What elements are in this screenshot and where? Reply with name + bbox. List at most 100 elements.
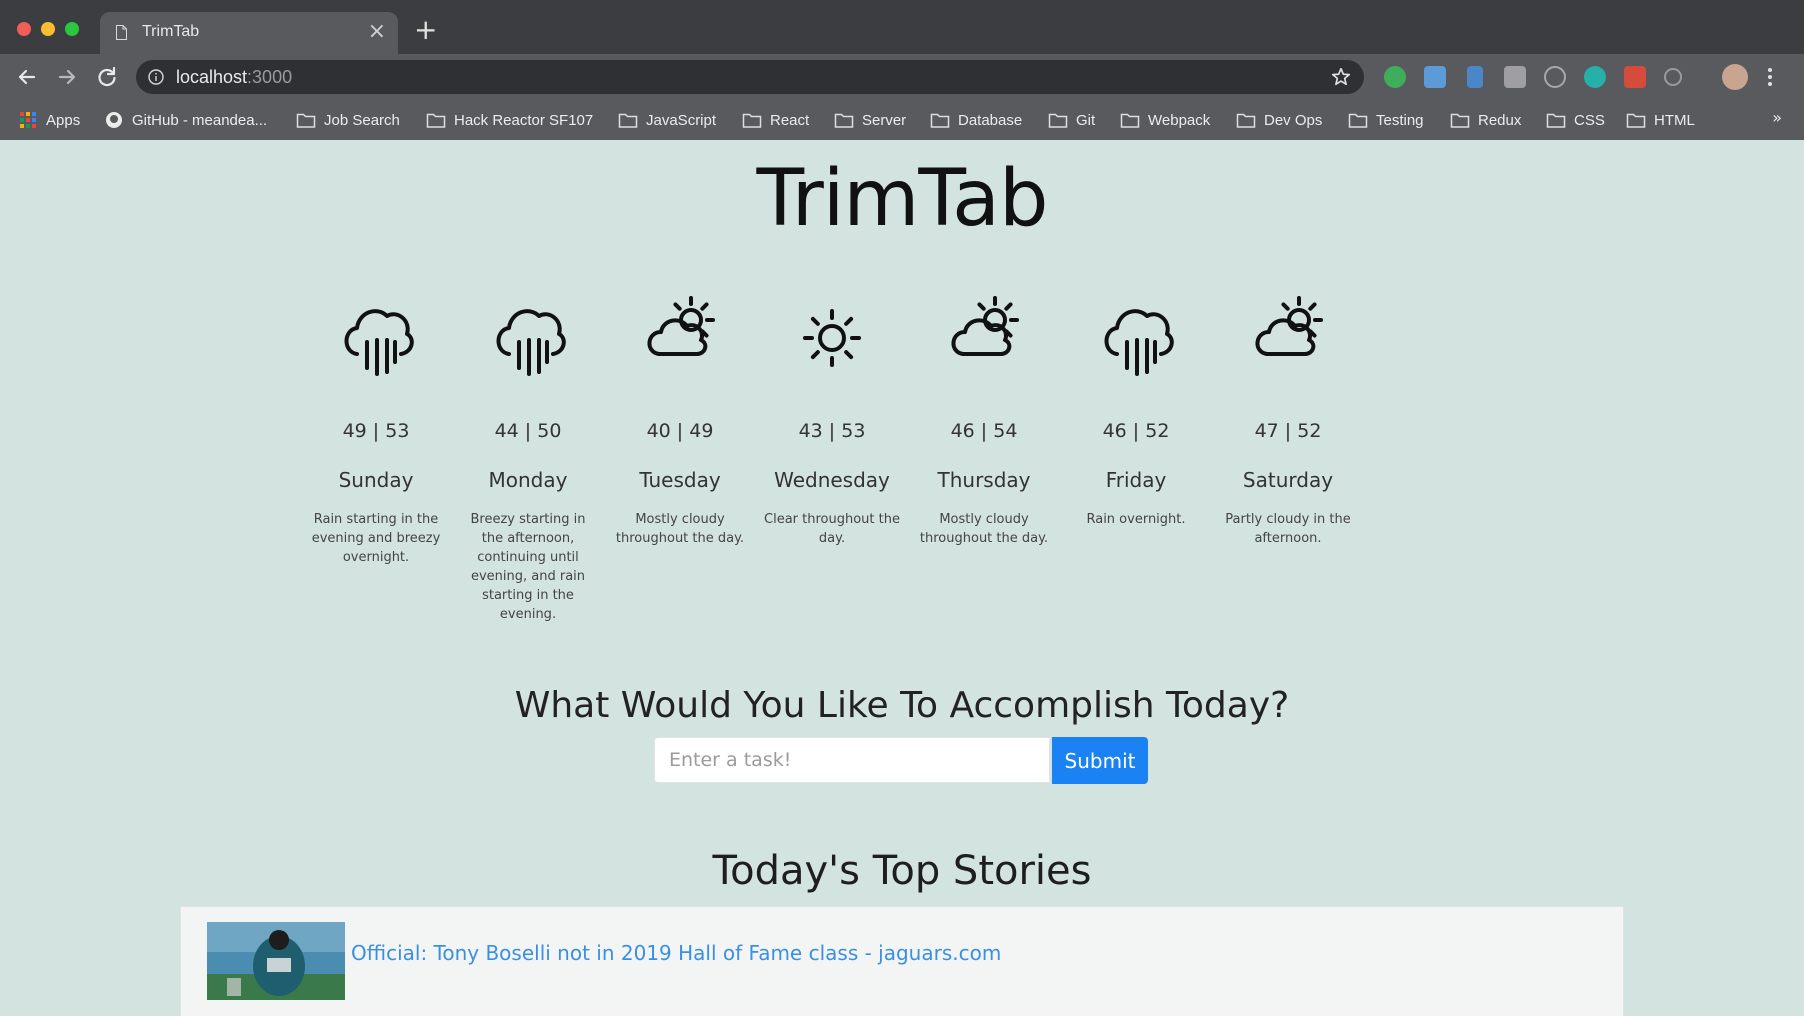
- forecast-temps: 44 | 50: [494, 420, 562, 442]
- forecast-summary: Breezy starting in the afternoon, contin…: [470, 512, 586, 622]
- task-input[interactable]: [654, 737, 1050, 783]
- bookmark-label: Redux: [1478, 111, 1522, 129]
- forecast-temps: 46 | 52: [1102, 420, 1170, 442]
- bookmark-item[interactable]: JavaScript: [618, 108, 716, 132]
- bookmark-label: Job Search: [324, 111, 400, 129]
- tab-strip: TrimTab × +: [0, 0, 1804, 54]
- bookmark-item[interactable]: Job Search: [296, 108, 400, 132]
- submit-button[interactable]: Submit: [1052, 737, 1148, 784]
- extension-icon[interactable]: [1544, 66, 1566, 88]
- apps-grid-icon: [20, 112, 36, 128]
- tab-close-button[interactable]: ×: [368, 19, 386, 45]
- bookmark-item[interactable]: Webpack: [1120, 108, 1210, 132]
- trimtab-page: TrimTab 49 | 53 Sunday Rain starting in th…: [0, 140, 1804, 1016]
- folder-icon: [618, 113, 638, 128]
- grammarly-extension-icon[interactable]: [1384, 66, 1406, 88]
- forecast-summary: Partly cloudy in the afternoon.: [1225, 512, 1351, 546]
- bookmark-item[interactable]: HTML: [1626, 108, 1695, 132]
- reload-icon[interactable]: [94, 64, 120, 90]
- forecast-day-name: Wednesday: [774, 468, 890, 492]
- bookmark-item[interactable]: Redux: [1450, 108, 1521, 132]
- extension-icon[interactable]: [1664, 68, 1682, 86]
- forecast-day-name: Tuesday: [639, 468, 721, 492]
- document-icon: [116, 25, 127, 40]
- forecast-summary: Mostly cloudy throughout the day.: [919, 512, 1049, 546]
- bookmark-label: Git: [1076, 111, 1096, 129]
- minimize-window-button[interactable]: [41, 22, 55, 36]
- new-tab-button[interactable]: +: [414, 16, 437, 44]
- github-icon: [106, 112, 122, 128]
- bookmark-item[interactable]: React: [742, 108, 809, 132]
- bookmark-label: Testing: [1376, 111, 1424, 129]
- folder-icon: [1236, 113, 1256, 128]
- forecast-day-friday: 46 | 52 Friday Rain overnight.: [1066, 290, 1206, 529]
- forecast-day-tuesday: 40 | 49 Tuesday Mostly cloudy throughout t…: [610, 290, 750, 548]
- calendar-extension-icon[interactable]: [1424, 66, 1446, 88]
- forecast-day-wednesday: 43 | 53 Wednesday Clear throughout the day…: [762, 290, 902, 548]
- bookmark-item[interactable]: Dev Ops: [1236, 108, 1322, 132]
- browser-menu-icon[interactable]: [1766, 66, 1774, 88]
- forecast-day-thursday: 46 | 54 Thursday Mostly cloudy throughout …: [914, 290, 1054, 548]
- folder-icon: [1048, 113, 1068, 128]
- tab-title: TrimTab: [142, 23, 200, 40]
- app-title: TrimTab: [756, 154, 1049, 244]
- info-icon[interactable]: [148, 69, 164, 85]
- forecast-day-sunday: 49 | 53 Sunday Rain starting in the evenin…: [306, 290, 446, 567]
- forward-arrow-icon[interactable]: [54, 64, 80, 90]
- address-bar[interactable]: localhost:3000: [136, 60, 1364, 94]
- bookmark-label: Database: [958, 111, 1023, 129]
- bookmark-label: CSS: [1574, 111, 1605, 129]
- url-text[interactable]: localhost:3000: [176, 67, 292, 88]
- extension-icon[interactable]: [1467, 66, 1483, 88]
- browser-tab[interactable]: TrimTab ×: [100, 12, 398, 54]
- forecast-day-name: Thursday: [937, 468, 1031, 492]
- back-arrow-icon[interactable]: [14, 64, 40, 90]
- bookmark-label: GitHub - meandea...: [132, 111, 268, 129]
- bookmark-item[interactable]: GitHub - meandea...: [104, 108, 267, 132]
- extension-icon[interactable]: [1624, 66, 1646, 88]
- forecast-summary: Clear throughout the day.: [764, 512, 900, 546]
- weekly-forecast: 49 | 53 Sunday Rain starting in the evenin…: [300, 290, 1504, 622]
- url-host: localhost: [176, 67, 248, 87]
- bookmarks-bar: HTML CSS Redux Testing Dev Ops Webpack Git Data…: [0, 100, 1804, 140]
- rain-icon: [496, 309, 566, 376]
- bookmark-item[interactable]: Testing: [1348, 108, 1424, 132]
- bookmark-label: Dev Ops: [1264, 111, 1323, 129]
- maximize-window-button[interactable]: [65, 22, 79, 36]
- stories-heading: Today's Top Stories: [712, 848, 1092, 894]
- bookmark-item[interactable]: Hack Reactor SF107: [426, 108, 593, 132]
- folder-icon: [834, 113, 854, 128]
- task-heading: What Would You Like To Accomplish Today?: [514, 685, 1290, 726]
- bookmark-item[interactable]: Git: [1048, 108, 1095, 132]
- bookmark-label: Server: [862, 111, 907, 129]
- forecast-temps: 47 | 52: [1254, 420, 1322, 442]
- rain-icon: [344, 309, 414, 376]
- browser-toolbar: localhost:3000: [0, 54, 1804, 100]
- forecast-temps: 40 | 49: [646, 420, 714, 442]
- extension-icon[interactable]: [1584, 66, 1606, 88]
- folder-icon: [1450, 113, 1470, 128]
- bookmark-label: HTML: [1654, 111, 1695, 129]
- profile-avatar[interactable]: [1722, 64, 1748, 90]
- bookmark-item[interactable]: CSS: [1546, 108, 1605, 132]
- forecast-summary: Mostly cloudy throughout the day.: [615, 512, 745, 546]
- folder-icon: [1546, 113, 1566, 128]
- bookmark-item[interactable]: Apps: [18, 108, 80, 132]
- extension-icon[interactable]: [1504, 66, 1526, 88]
- forecast-day-saturday: 47 | 52 Saturday Partly cloudy in the afte…: [1218, 290, 1358, 548]
- forecast-summary: Rain starting in the evening and breezy …: [311, 512, 441, 565]
- bookmark-item[interactable]: Server: [834, 108, 906, 132]
- story-thumbnail[interactable]: [207, 922, 345, 1000]
- folder-icon: [930, 113, 950, 128]
- bookmarks-overflow-button[interactable]: »: [1772, 108, 1782, 127]
- folder-icon: [1120, 113, 1140, 128]
- story-headline-link[interactable]: Official: Tony Boselli not in 2019 Hall …: [351, 941, 1001, 965]
- forecast-temps: 49 | 53: [342, 420, 410, 442]
- rain-icon: [1104, 309, 1174, 376]
- browser-window: TrimTab × + localhost:3000 HTML CSS Redu…: [0, 0, 1804, 1016]
- sun-icon: [803, 309, 861, 367]
- close-window-button[interactable]: [17, 22, 31, 36]
- bookmark-item[interactable]: Database: [930, 108, 1022, 132]
- bookmark-star-icon[interactable]: [1330, 66, 1352, 88]
- story-card[interactable]: Official: Tony Boselli not in 2019 Hall …: [180, 906, 1624, 1016]
